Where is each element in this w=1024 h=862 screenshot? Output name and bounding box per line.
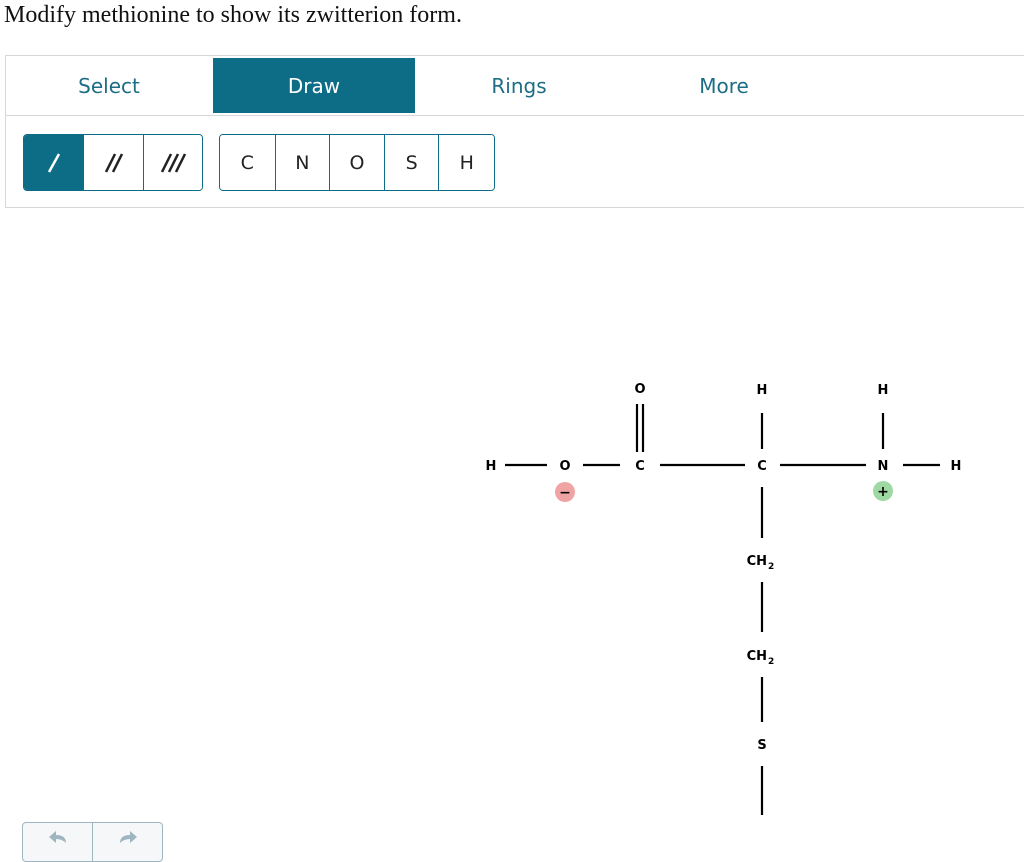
redo-button[interactable] bbox=[92, 823, 162, 861]
atom-h-left[interactable]: H bbox=[486, 459, 497, 474]
triple-bond-button[interactable] bbox=[142, 135, 202, 190]
bond-tool-group bbox=[23, 134, 203, 191]
atom-h-amine-top[interactable]: H bbox=[878, 383, 889, 398]
element-n-button[interactable]: N bbox=[274, 135, 330, 190]
positive-charge-sign: + bbox=[877, 484, 889, 500]
element-h-button[interactable]: H bbox=[438, 135, 494, 190]
single-bond-icon bbox=[47, 152, 60, 173]
tab-more[interactable]: More bbox=[623, 58, 825, 113]
double-bond-icon bbox=[104, 152, 123, 173]
positive-charge-badge[interactable]: + bbox=[873, 481, 893, 501]
atom-ch2-first[interactable]: CH 2 bbox=[747, 554, 775, 572]
triple-bond-icon bbox=[160, 152, 186, 173]
negative-charge-badge[interactable]: − bbox=[555, 482, 575, 502]
editor-tabs: Select Draw Rings More bbox=[6, 56, 1024, 116]
atom-o-single[interactable]: O bbox=[559, 459, 570, 474]
atom-c-alpha[interactable]: C bbox=[757, 459, 767, 474]
tab-rings[interactable]: Rings bbox=[418, 58, 620, 113]
atom-s[interactable]: S bbox=[757, 738, 766, 753]
double-bond-button[interactable] bbox=[83, 135, 143, 190]
ch2-second-label: CH bbox=[747, 649, 767, 664]
ch2-first-subscript: 2 bbox=[768, 562, 774, 572]
atom-h-amine-right[interactable]: H bbox=[951, 459, 962, 474]
atom-n-amine[interactable]: N bbox=[878, 459, 889, 474]
undo-arrow-icon bbox=[48, 831, 66, 843]
undo-button[interactable] bbox=[23, 823, 92, 861]
tab-draw[interactable]: Draw bbox=[213, 58, 415, 113]
redo-arrow-icon bbox=[119, 831, 137, 843]
atom-c-carbonyl[interactable]: C bbox=[635, 459, 645, 474]
drawing-canvas[interactable]: H O O C H C H N H CH 2 CH 2 S CH 3 − + bbox=[0, 215, 1024, 815]
element-o-button[interactable]: O bbox=[329, 135, 384, 190]
history-controls bbox=[22, 822, 163, 862]
element-tool-group: C N O S H bbox=[219, 134, 495, 191]
element-s-button[interactable]: S bbox=[383, 135, 439, 190]
single-bond-button[interactable] bbox=[24, 135, 84, 190]
ch2-first-label: CH bbox=[747, 554, 767, 569]
structure-editor: Select Draw Rings More C N O S H bbox=[5, 55, 1024, 208]
draw-toolbar: C N O S H bbox=[6, 116, 1024, 209]
ch2-second-subscript: 2 bbox=[768, 657, 774, 667]
element-c-button[interactable]: C bbox=[220, 135, 275, 190]
atom-o-double[interactable]: O bbox=[634, 382, 645, 397]
atom-ch2-second[interactable]: CH 2 bbox=[747, 649, 775, 667]
question-prompt: Modify methionine to show its zwitterion… bbox=[4, 2, 462, 28]
atom-h-alpha[interactable]: H bbox=[757, 383, 768, 398]
tab-select[interactable]: Select bbox=[8, 58, 210, 113]
negative-charge-sign: − bbox=[559, 485, 571, 501]
